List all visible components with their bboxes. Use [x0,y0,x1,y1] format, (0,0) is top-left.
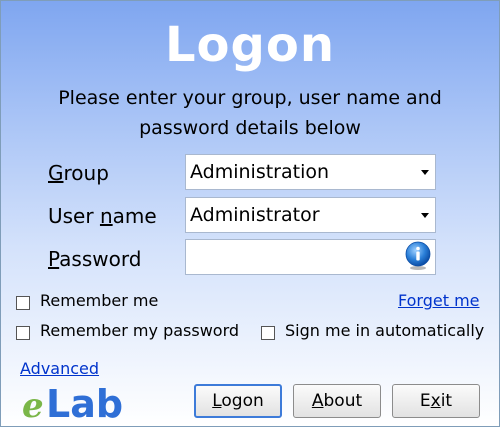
chevron-down-icon [421,170,429,175]
password-label-accel: P [48,247,60,271]
remember-password-label: Remember my password [40,321,240,340]
group-label-accel: G [48,161,64,185]
group-select[interactable]: Administration [185,154,436,190]
password-field[interactable] [185,239,436,275]
username-label-accel: n [99,204,113,228]
remember-me-checkbox[interactable] [16,296,30,310]
group-value: Administration [190,161,330,183]
forget-me-link[interactable]: Forget me [398,291,480,310]
logo-accent: e [22,386,44,423]
username-label: User name [48,204,157,228]
exit-button[interactable]: Exit [392,384,480,418]
dialog-title: Logon [164,17,336,73]
instructions-line-1: Please enter your group, user name and [58,87,442,109]
group-label-rest: roup [63,161,109,185]
exit-button-accel: x [430,391,441,411]
remember-password-checkbox[interactable] [16,326,30,340]
username-label-rest: ame [112,204,157,228]
about-button-rest: bout [323,391,363,411]
advanced-link[interactable]: Advanced [20,359,99,378]
logon-dialog: Logon Please enter your group, user name… [0,0,500,427]
password-label: Password [48,247,141,271]
instructions-line-2: password details below [139,117,361,139]
group-label: Group [48,161,109,185]
info-icon[interactable] [403,241,433,271]
about-button[interactable]: About [293,384,381,418]
chevron-down-icon [421,213,429,218]
password-label-rest: assword [59,247,142,271]
logon-button[interactable]: Logon [194,384,282,418]
sign-in-auto-checkbox[interactable] [261,326,275,340]
username-value: Administrator [190,204,320,226]
exit-button-rest: it [440,391,453,411]
exit-button-prefix: E [419,391,431,411]
sign-in-auto-label: Sign me in automatically [285,321,485,340]
logon-button-rest: ogon [221,391,264,411]
username-select[interactable]: Administrator [185,197,436,233]
username-label-prefix: User [48,204,100,228]
instructions: Please enter your group, user name and p… [1,83,499,143]
remember-me-label: Remember me [40,291,159,310]
logo-text: Lab [46,382,123,423]
elab-logo: e Lab [22,382,123,423]
about-button-accel: A [311,391,324,411]
